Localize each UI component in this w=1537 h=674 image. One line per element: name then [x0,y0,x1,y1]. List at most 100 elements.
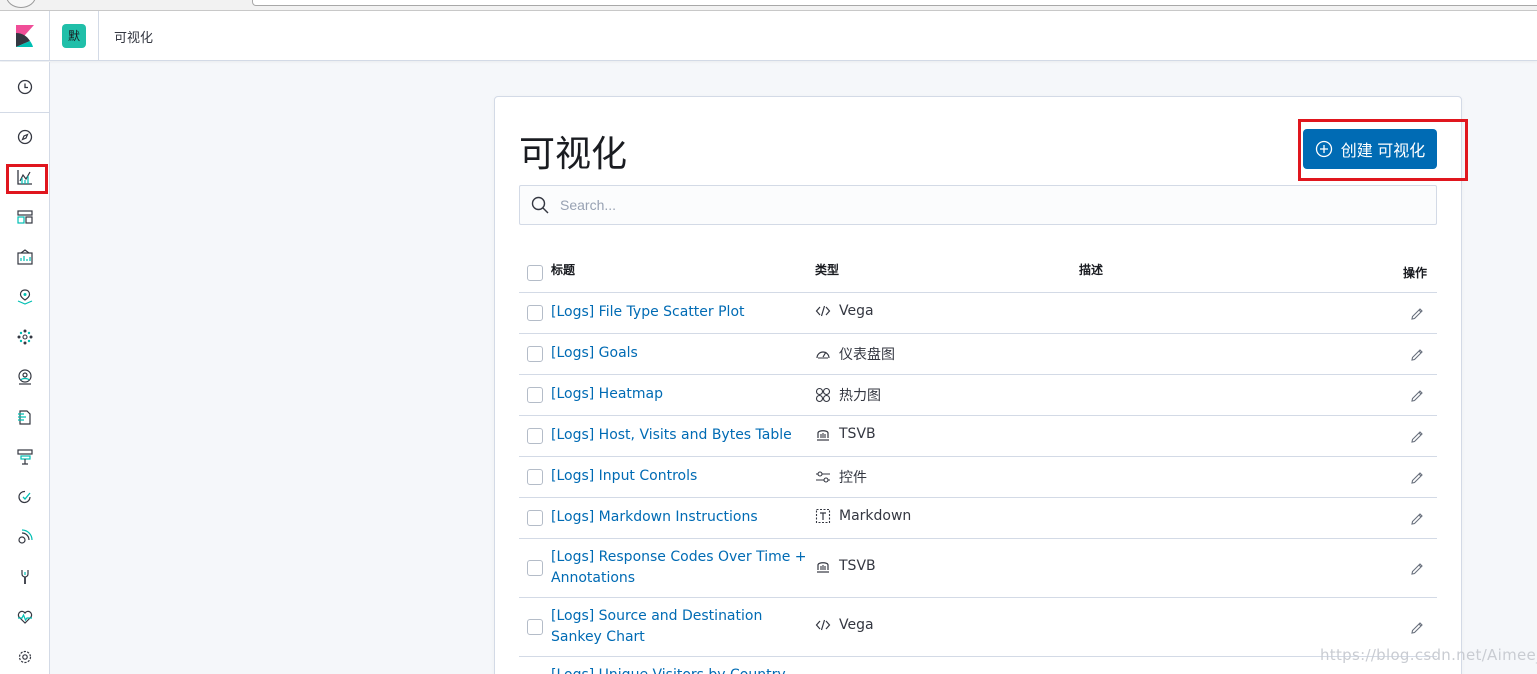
table-header: 标题 类型 描述 操作 [519,249,1437,293]
row-checkbox[interactable] [527,428,543,444]
visualization-title-link[interactable]: [Logs] Markdown Instructions [551,507,807,528]
row-checkbox[interactable] [527,619,543,635]
visualization-title-link[interactable]: [Logs] Goals [551,343,807,364]
pencil-icon[interactable] [1409,620,1425,636]
visualize-panel: 可视化 创建 可视化 标题 类型 描述 操作 [Logs] File Type … [494,96,1468,674]
nav-recent[interactable] [0,67,50,107]
space-avatar[interactable]: 默 [62,24,86,48]
visualization-type-label: Vega [839,617,874,633]
visualization-type: TSVB [815,426,876,442]
canvas-icon [17,249,33,265]
row-checkbox[interactable] [527,305,543,321]
row-checkbox[interactable] [527,560,543,576]
infrastructure-icon [18,369,32,385]
visualization-type: 热力图 [815,385,881,405]
row-checkbox[interactable] [527,469,543,485]
visualization-type-label: 热力图 [839,388,881,404]
tsvb-icon [817,430,829,441]
table-row: [Logs] Heatmap 热力图 [519,375,1437,416]
clock-icon [17,79,33,95]
visualization-type-label: TSVB [839,558,876,574]
table-row: [Logs] Host, Visits and Bytes Table TSVB [519,416,1437,457]
page-title: 可视化 [519,134,628,175]
nav-discover[interactable] [0,117,50,157]
row-checkbox[interactable] [527,346,543,362]
column-description[interactable]: 描述 [1079,261,1103,278]
nav-siem[interactable] [0,517,50,557]
maps-icon [17,289,33,305]
visualizations-table: 标题 类型 描述 操作 [Logs] File Type Scatter Plo… [519,249,1437,674]
visualization-title-link[interactable]: [Logs] Heatmap [551,384,807,405]
visualization-type-label: TSVB [839,426,876,442]
nav-canvas[interactable] [0,237,50,277]
visualization-type-label: Vega [839,303,874,319]
pencil-icon[interactable] [1409,511,1425,527]
search-icon [531,196,549,214]
tsvb-icon [817,562,829,573]
nav-infrastructure[interactable] [0,357,50,397]
kibana-logo-icon[interactable] [14,25,36,47]
gauge-icon [816,351,830,359]
visualization-type: TSVB [815,558,876,574]
markdown-icon [815,508,831,524]
column-title[interactable]: 标题 [551,261,575,278]
nav-machine-learning[interactable] [0,317,50,357]
uptime-icon [18,490,31,504]
visualization-type: Vega [815,303,874,319]
pencil-icon[interactable] [1409,347,1425,363]
pencil-icon[interactable] [1409,429,1425,445]
visualization-type: 仪表盘图 [815,344,895,364]
row-checkbox[interactable] [527,387,543,403]
visualization-title-link[interactable]: [Logs] File Type Scatter Plot [551,302,807,323]
browser-chrome [0,0,1537,11]
visualization-title-link[interactable]: [Logs] Response Codes Over Time + Annota… [551,547,807,589]
pencil-icon[interactable] [1409,561,1425,577]
nav-management[interactable] [0,637,50,674]
apm-icon [17,449,33,465]
column-actions: 操作 [1403,266,1428,280]
nav-logs[interactable] [0,397,50,437]
header-divider [49,11,50,61]
visualization-title-link[interactable]: [Logs] Host, Visits and Bytes Table [551,425,807,446]
siem-icon [18,529,33,544]
dashboard-icon [17,210,33,224]
table-row: [Logs] Goals 仪表盘图 [519,334,1437,375]
highlight-box-create [1298,119,1468,181]
nav-maps[interactable] [0,277,50,317]
highlight-box-nav [6,164,48,194]
select-all-checkbox[interactable] [527,265,543,281]
pencil-icon[interactable] [1409,470,1425,486]
table-row: [Logs] Unique Visitors by Country区域地图 [519,657,1437,674]
nav-monitoring[interactable] [0,597,50,637]
nav-apm[interactable] [0,437,50,477]
visualization-title-link[interactable]: [Logs] Source and Destination Sankey Cha… [551,606,807,648]
search-bar[interactable] [519,185,1437,225]
nav-dev-tools[interactable] [0,557,50,597]
row-checkbox[interactable] [527,510,543,526]
column-type[interactable]: 类型 [815,261,839,278]
browser-url-bar[interactable] [252,0,1537,6]
pencil-icon[interactable] [1409,306,1425,322]
side-navigation [0,62,50,674]
visualization-type-label: 仪表盘图 [839,347,895,363]
browser-back-button[interactable] [6,0,36,8]
machine-learning-icon [17,329,33,345]
visualization-type: 控件 [815,467,867,487]
visualization-type-label: 控件 [839,470,867,486]
controls-icon [816,471,830,483]
logs-icon [18,410,31,425]
nav-dashboard[interactable] [0,197,50,237]
nav-uptime[interactable] [0,477,50,517]
code-icon [815,619,831,631]
pencil-icon[interactable] [1409,388,1425,404]
visualization-title-link[interactable]: [Logs] Input Controls [551,466,807,487]
compass-icon [17,129,33,145]
code-icon [815,305,831,317]
visualization-type-label: Markdown [839,508,912,524]
heatmap-icon [815,387,831,403]
visualization-title-link[interactable]: [Logs] Unique Visitors by Country [551,665,807,674]
nav-separator [0,112,50,113]
header-divider [98,11,99,61]
table-row: [Logs] Response Codes Over Time + Annota… [519,539,1437,598]
search-input[interactable] [560,197,1420,213]
